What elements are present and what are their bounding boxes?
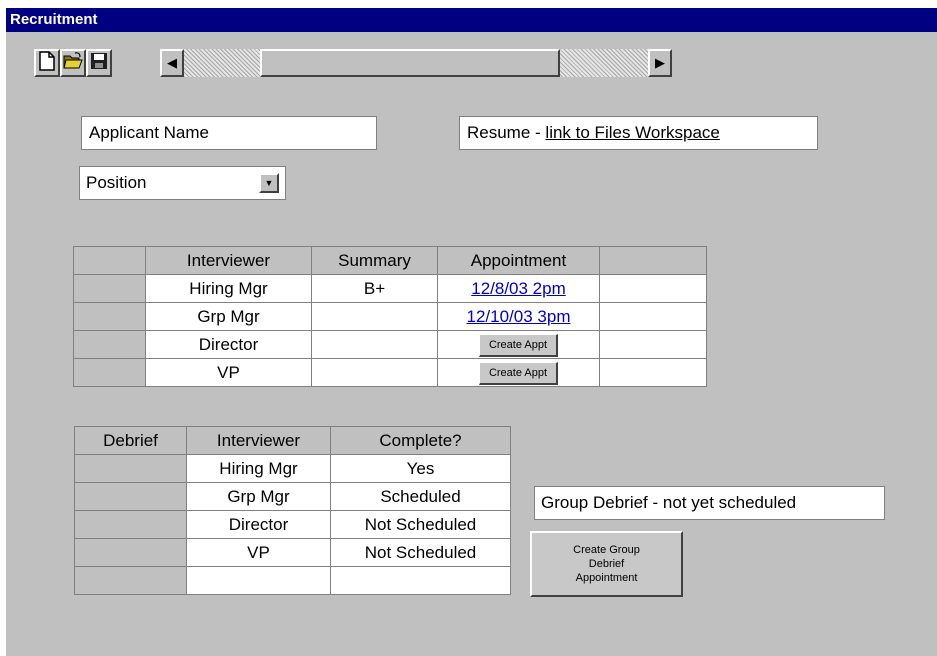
summary-cell bbox=[311, 330, 438, 359]
complete-cell: Not Scheduled bbox=[330, 510, 511, 539]
appointment-cell: Create Appt bbox=[437, 358, 600, 387]
column-header: Interviewer bbox=[186, 426, 331, 455]
recruitment-window: Recruitment ◀ ▶ Applicant Name Resume - … bbox=[6, 8, 937, 656]
table-row: Hiring Mgr Yes bbox=[74, 454, 511, 483]
column-header: Appointment bbox=[437, 246, 600, 275]
appointment-cell: 12/8/03 2pm bbox=[437, 274, 600, 303]
horizontal-scrollbar[interactable]: ◀ ▶ bbox=[160, 49, 672, 77]
resume-link[interactable]: link to Files Workspace bbox=[545, 123, 719, 142]
new-document-icon bbox=[39, 50, 55, 76]
column-header: Interviewer bbox=[145, 246, 312, 275]
table-row: VP Not Scheduled bbox=[74, 538, 511, 567]
interviewer-cell: Director bbox=[145, 330, 312, 359]
table-row: Grp Mgr 12/10/03 3pm bbox=[73, 302, 707, 331]
interviewer-cell: Hiring Mgr bbox=[186, 454, 331, 483]
row-selector[interactable] bbox=[74, 482, 187, 511]
row-selector[interactable] bbox=[73, 274, 146, 303]
interviewer-cell: Director bbox=[186, 510, 331, 539]
scroll-track[interactable] bbox=[184, 49, 648, 77]
row-selector[interactable] bbox=[74, 510, 187, 539]
empty-cell bbox=[599, 302, 707, 331]
applicant-name-text: Applicant Name bbox=[89, 123, 210, 142]
appointment-cell: Create Appt bbox=[437, 330, 600, 359]
save-disk-icon bbox=[90, 52, 108, 75]
row-selector[interactable] bbox=[73, 330, 146, 359]
appointment-cell: 12/10/03 3pm bbox=[437, 302, 600, 331]
appointment-link[interactable]: 12/10/03 3pm bbox=[467, 307, 571, 326]
empty-cell bbox=[599, 358, 707, 387]
scroll-left-icon: ◀ bbox=[167, 55, 177, 70]
interviewer-cell: Grp Mgr bbox=[186, 482, 331, 511]
interviewer-cell bbox=[186, 566, 331, 595]
interviewer-cell: Hiring Mgr bbox=[145, 274, 312, 303]
applicant-name-field[interactable]: Applicant Name bbox=[81, 116, 377, 150]
table-row: VP Create Appt bbox=[73, 358, 707, 387]
create-group-debrief-label: Create Group Debrief Appointment bbox=[573, 544, 640, 584]
save-button[interactable] bbox=[86, 49, 112, 77]
row-selector[interactable] bbox=[73, 358, 146, 387]
summary-cell bbox=[311, 302, 438, 331]
open-button[interactable] bbox=[60, 49, 86, 77]
summary-cell bbox=[311, 358, 438, 387]
open-folder-icon bbox=[63, 51, 83, 75]
position-select[interactable]: Position ▼ bbox=[79, 166, 286, 200]
interviewer-cell: Grp Mgr bbox=[145, 302, 312, 331]
column-header: Complete? bbox=[330, 426, 511, 455]
create-group-debrief-button[interactable]: Create Group Debrief Appointment bbox=[530, 531, 683, 597]
complete-cell: Scheduled bbox=[330, 482, 511, 511]
create-appt-button[interactable]: Create Appt bbox=[478, 333, 559, 357]
interviewer-cell: VP bbox=[186, 538, 331, 567]
table-row bbox=[74, 566, 511, 595]
scroll-thumb[interactable] bbox=[260, 49, 560, 77]
window-title: Recruitment bbox=[10, 11, 98, 28]
complete-cell: Not Scheduled bbox=[330, 538, 511, 567]
window-title-bar: Recruitment bbox=[6, 8, 937, 32]
debrief-table: Debrief Interviewer Complete? Hiring Mgr… bbox=[74, 426, 511, 595]
row-selector[interactable] bbox=[74, 454, 187, 483]
column-header: Debrief bbox=[74, 426, 187, 455]
debrief-header-row: Debrief Interviewer Complete? bbox=[74, 426, 511, 455]
complete-cell bbox=[330, 566, 511, 595]
create-appt-button[interactable]: Create Appt bbox=[478, 361, 559, 385]
row-header-cell bbox=[73, 246, 146, 275]
appointment-link[interactable]: 12/8/03 2pm bbox=[471, 279, 566, 298]
summary-cell: B+ bbox=[311, 274, 438, 303]
dropdown-arrow-icon[interactable]: ▼ bbox=[259, 173, 279, 193]
scroll-left-button[interactable]: ◀ bbox=[160, 49, 184, 77]
resume-label: Resume - bbox=[467, 123, 546, 142]
column-header bbox=[599, 246, 707, 275]
group-debrief-status: Group Debrief - not yet scheduled bbox=[541, 493, 797, 512]
empty-cell bbox=[599, 330, 707, 359]
scroll-right-button[interactable]: ▶ bbox=[648, 49, 672, 77]
table-row: Grp Mgr Scheduled bbox=[74, 482, 511, 511]
interviews-header-row: Interviewer Summary Appointment bbox=[73, 246, 707, 275]
scroll-right-icon: ▶ bbox=[655, 55, 665, 70]
interviewer-cell: VP bbox=[145, 358, 312, 387]
table-row: Hiring Mgr B+ 12/8/03 2pm bbox=[73, 274, 707, 303]
column-header: Summary bbox=[311, 246, 438, 275]
table-row: Director Not Scheduled bbox=[74, 510, 511, 539]
row-selector[interactable] bbox=[74, 566, 187, 595]
empty-cell bbox=[599, 274, 707, 303]
group-debrief-status-field: Group Debrief - not yet scheduled bbox=[534, 486, 885, 520]
row-selector[interactable] bbox=[73, 302, 146, 331]
position-value: Position bbox=[86, 173, 147, 192]
table-row: Director Create Appt bbox=[73, 330, 707, 359]
new-document-button[interactable] bbox=[34, 49, 60, 77]
resume-field: Resume - link to Files Workspace bbox=[459, 116, 818, 150]
interviews-table: Interviewer Summary Appointment Hiring M… bbox=[73, 246, 707, 387]
row-selector[interactable] bbox=[74, 538, 187, 567]
complete-cell: Yes bbox=[330, 454, 511, 483]
